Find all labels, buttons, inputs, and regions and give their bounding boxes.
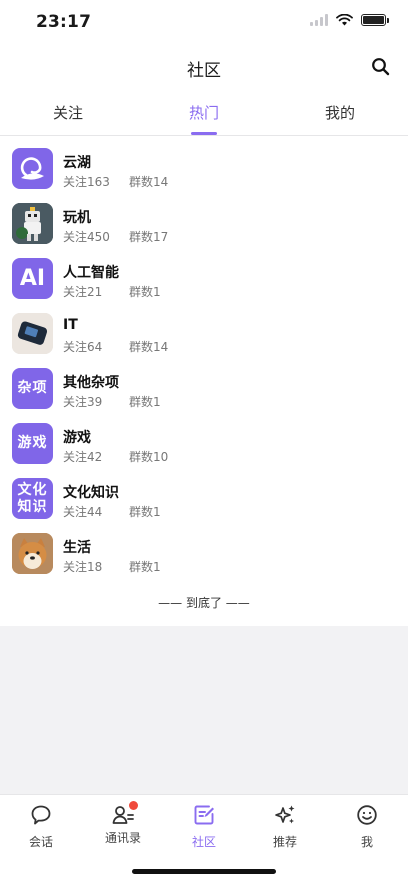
community-name: 生活 [63,540,91,556]
community-item-culture[interactable]: 文化 知识 文化知识 关注44 群数1 [0,470,408,525]
status-icons [310,14,389,26]
device-photo-icon [12,313,53,354]
group-count: 群数14 [129,175,169,189]
tab-hot[interactable]: 热门 [164,102,244,135]
shiba-dog-photo-icon [12,533,53,574]
follow-count: 关注18 [63,560,103,574]
community-name: 文化知识 [63,485,119,501]
community-name: 人工智能 [63,265,119,281]
follow-count: 关注21 [63,285,103,299]
community-name: 云湖 [63,155,91,171]
ai-text-icon: AI [12,258,53,299]
tab-following[interactable]: 关注 [28,102,108,123]
tab-mine[interactable]: 我的 [300,102,380,123]
community-edit-icon [194,805,214,825]
follow-count: 关注44 [63,505,103,519]
end-of-list-note: —— 到底了 —— [158,596,250,610]
chat-bubble-icon [31,805,51,825]
battery-icon [361,14,389,26]
tabbar-community[interactable]: 社区 [163,803,245,850]
follow-count: 关注42 [63,450,103,464]
tab-label: 关注 [52,104,83,122]
community-name: 玩机 [63,210,91,226]
sparkle-icon [275,805,295,824]
tabbar-label: 会话 [28,835,53,849]
signal-icon [310,14,328,26]
tabbar-recommend[interactable]: 推荐 [244,803,326,850]
community-item-misc[interactable]: 杂项 其他杂项 关注39 群数1 [0,360,408,415]
icon-text: 游戏 [17,435,48,452]
community-name: 其他杂项 [63,375,119,391]
follow-count: 关注64 [63,340,103,354]
group-count: 群数17 [129,230,169,244]
active-tab-indicator [191,132,217,135]
tabbar-contacts[interactable]: 通讯录 [82,801,164,846]
community-item-it[interactable]: IT 关注64 群数14 [0,305,408,360]
tabbar-label: 我 [360,835,373,849]
community-list: 云湖 关注163 群数14 玩机 关注450 群数17 AI 人工智能 关注21… [0,140,408,580]
community-name: 游戏 [63,430,91,446]
tab-bar: 关注 热门 我的 [0,90,408,136]
community-item-yunhu[interactable]: 云湖 关注163 群数14 [0,140,408,195]
community-item-ai[interactable]: AI 人工智能 关注21 群数1 [0,250,408,305]
wifi-icon [336,14,353,26]
culture-text-icon: 文化 知识 [12,478,53,519]
group-count: 群数1 [129,505,161,519]
follow-count: 关注163 [63,175,110,189]
search-icon[interactable] [370,56,392,78]
notification-badge [129,801,138,810]
tab-label: 我的 [324,104,355,122]
tab-label: 热门 [188,104,219,122]
nav-bar: 社区 [0,44,408,90]
community-item-games[interactable]: 游戏 游戏 关注42 群数10 [0,415,408,470]
group-count: 群数10 [129,450,169,464]
icon-text: 杂项 [17,380,48,397]
misc-text-icon: 杂项 [12,368,53,409]
tabbar-label: 社区 [191,835,216,849]
page-title: 社区 [187,61,221,81]
tabbar-chats[interactable]: 会话 [0,803,82,850]
status-time: 23:17 [36,12,92,32]
yunhu-logo-icon [12,148,53,189]
tabbar-me[interactable]: 我 [326,803,408,850]
games-text-icon: 游戏 [12,423,53,464]
tabbar-label: 通讯录 [104,831,141,845]
group-count: 群数14 [129,340,169,354]
follow-count: 关注450 [63,230,110,244]
community-name: IT [63,317,78,333]
smiley-icon [357,805,377,825]
group-count: 群数1 [129,395,161,409]
robot-photo-icon [12,203,53,244]
community-item-life[interactable]: 生活 关注18 群数1 [0,525,408,580]
tabbar-label: 推荐 [272,835,297,849]
icon-text: AI [19,266,46,291]
follow-count: 关注39 [63,395,103,409]
icon-text-line1: 文化 [17,482,48,499]
group-count: 群数1 [129,560,161,574]
status-bar: 23:17 [0,0,408,44]
community-item-wanji[interactable]: 玩机 关注450 群数17 [0,195,408,250]
group-count: 群数1 [129,285,161,299]
home-indicator [132,869,276,874]
icon-text-line2: 知识 [17,498,48,515]
